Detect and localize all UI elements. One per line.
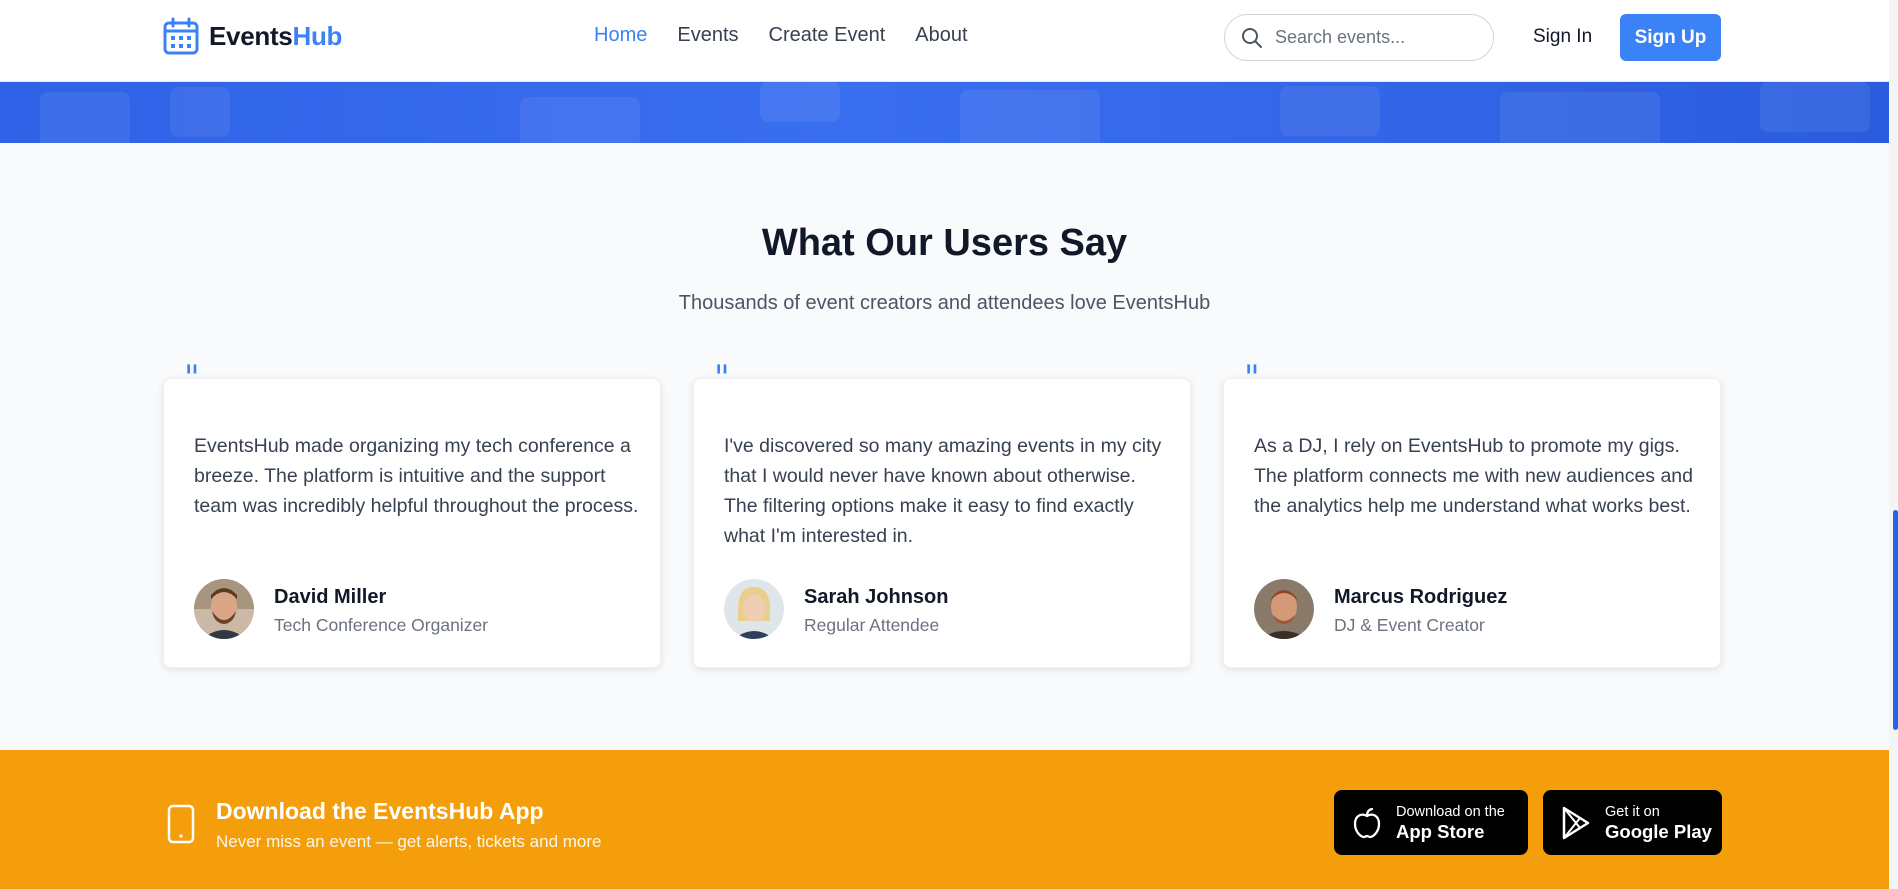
author-role: Regular Attendee: [804, 615, 940, 635]
avatar: [1254, 579, 1314, 639]
app-store-button[interactable]: Download on the App Store: [1334, 790, 1528, 855]
apple-icon: [1353, 807, 1381, 838]
search-icon: [1242, 27, 1262, 48]
calendar-icon: [163, 17, 199, 55]
testimonial-card: " I've discovered so many amazing events…: [693, 361, 1191, 668]
app-store-label: App Store: [1396, 820, 1485, 842]
quote-icon: ": [1244, 358, 1260, 398]
testimonial-card: " EventsHub made organizing my tech conf…: [163, 361, 661, 668]
quote-icon: ": [184, 358, 200, 398]
testimonial-text: I've discovered so many amazing events i…: [724, 435, 1162, 547]
scrollbar-track[interactable]: [1889, 0, 1898, 889]
author-name: Marcus Rodriguez: [1334, 586, 1508, 608]
testimonial-text: EventsHub made organizing my tech confer…: [194, 435, 639, 517]
google-play-icon: [1562, 806, 1590, 839]
sign-up-button[interactable]: Sign Up: [1620, 14, 1721, 61]
logo[interactable]: EventsHub: [163, 17, 342, 55]
nav-events[interactable]: Events: [677, 24, 738, 47]
search-box: [1224, 14, 1494, 61]
nav-about[interactable]: About: [915, 24, 967, 47]
section-title: What Our Users Say: [761, 222, 1128, 264]
google-play-label: Google Play: [1605, 820, 1712, 842]
search-input[interactable]: [1275, 27, 1475, 48]
smartphone-icon: [167, 804, 195, 844]
hero-banner-bottom: [0, 82, 1889, 143]
nav-create-event[interactable]: Create Event: [769, 24, 886, 47]
app-download-banner: Download the EventsHub App Never miss an…: [0, 750, 1889, 889]
banner-title: Download the EventsHub App: [216, 798, 544, 824]
scrollbar-thumb[interactable]: [1893, 510, 1898, 730]
nav-home[interactable]: Home: [594, 24, 647, 47]
author-name: David Miller: [274, 586, 387, 608]
avatar: [724, 579, 784, 639]
author-name: Sarah Johnson: [804, 586, 949, 608]
google-play-button[interactable]: Get it on Google Play: [1543, 790, 1722, 855]
author-role: Tech Conference Organizer: [274, 615, 488, 635]
avatar: [194, 579, 254, 639]
testimonial-text: As a DJ, I rely on EventsHub to promote …: [1254, 435, 1693, 517]
quote-icon: ": [714, 358, 730, 398]
author-role: DJ & Event Creator: [1334, 615, 1485, 635]
google-play-small-label: Get it on: [1605, 803, 1660, 820]
site-header: EventsHub Home Events Create Event About…: [0, 0, 1889, 82]
testimonial-card: " As a DJ, I rely on EventsHub to promot…: [1223, 361, 1721, 668]
banner-subtitle: Never miss an event — get alerts, ticket…: [216, 832, 602, 851]
main-nav: Home Events Create Event About: [594, 24, 968, 47]
logo-text: EventsHub: [209, 20, 343, 51]
app-store-small-label: Download on the: [1396, 803, 1505, 820]
section-subtitle: Thousands of event creators and attendee…: [678, 292, 1211, 314]
sign-in-button[interactable]: Sign In: [1533, 26, 1592, 48]
